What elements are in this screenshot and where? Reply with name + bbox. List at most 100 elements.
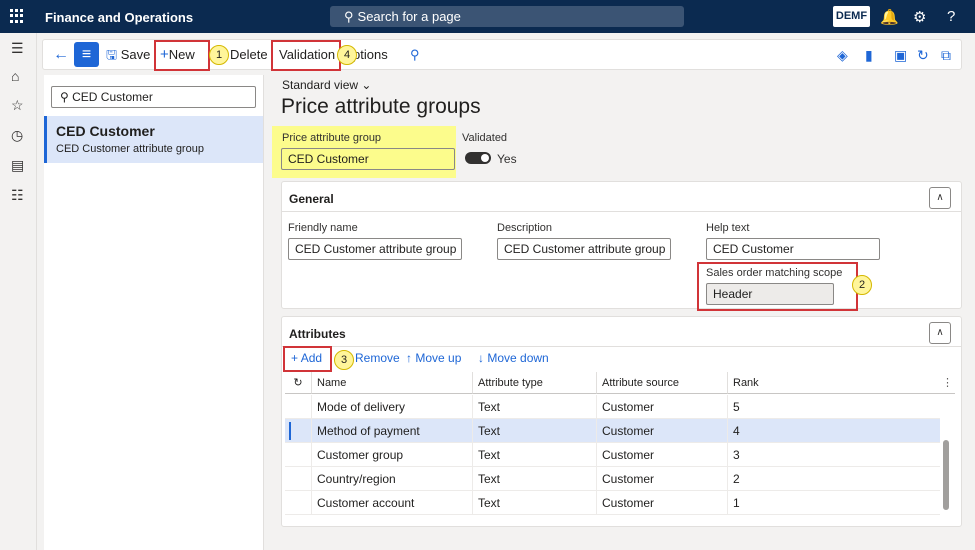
options-button[interactable]: ptions (353, 40, 388, 69)
help-text-label: Help text (706, 222, 750, 234)
description-label: Description (497, 222, 553, 234)
table-row[interactable]: Method of payment Text Customer 4 (285, 419, 940, 443)
filter-input[interactable]: ⚲ CED Customer (51, 86, 256, 108)
attachments-icon[interactable]: ▣ (894, 47, 907, 64)
more-options-icon[interactable]: ⋮ (942, 376, 953, 389)
select-all-icon[interactable]: ↻ (285, 372, 312, 394)
help-icon[interactable]: ? (947, 8, 955, 25)
cell-rank: 5 (733, 400, 740, 414)
cell-source: Customer (597, 419, 728, 443)
cell-name: Customer group (312, 443, 473, 467)
workspace-icon[interactable]: ▤ (11, 157, 24, 174)
arrow-up-icon: ↑ (406, 351, 416, 365)
filter-search-icon: ⚲ (60, 90, 73, 104)
cell-type: Text (473, 395, 597, 419)
column-header-rank[interactable]: Rank (728, 372, 955, 394)
save-button[interactable]: 🖫 Save (106, 40, 150, 69)
save-label: Save (120, 47, 151, 62)
callout-2: 2 (852, 275, 872, 295)
validation-highlight-box (271, 40, 341, 71)
collapse-icon[interactable]: ∧ (929, 187, 951, 209)
friendly-name-field[interactable]: CED Customer attribute group (288, 238, 462, 260)
cell-rank: 4 (733, 424, 740, 438)
divider (281, 211, 962, 212)
grid-scrollbar[interactable] (943, 440, 949, 510)
help-text-field[interactable]: CED Customer (706, 238, 880, 260)
list-item-title: CED Customer (56, 123, 155, 139)
find-icon[interactable]: ⚲ (410, 40, 420, 69)
list-pane: ⚲ CED Customer CED Customer CED Customer… (44, 75, 264, 550)
row-selector[interactable] (285, 419, 312, 443)
scope-field[interactable]: Header (706, 283, 834, 305)
view-label: Standard view (282, 78, 359, 92)
gear-icon[interactable]: ⚙ (913, 8, 926, 26)
remove-button[interactable]: Remove (355, 351, 400, 365)
cell-source: Customer (597, 443, 728, 467)
view-selector[interactable]: Standard view ⌄ (282, 78, 371, 92)
app-title: Finance and Operations (45, 10, 194, 25)
nav-rail: ☰ ⌂ ☆ ◷ ▤ ☷ (0, 33, 37, 550)
column-header-name[interactable]: Name (312, 372, 473, 394)
home-icon[interactable]: ⌂ (11, 68, 19, 84)
chevron-down-icon: ⌄ (361, 78, 372, 92)
cell-rank: 2 (733, 472, 740, 486)
column-header-source[interactable]: Attribute source (597, 372, 728, 394)
add-highlight-box (283, 346, 332, 372)
filter-value: CED Customer (72, 90, 153, 104)
row-selector[interactable] (285, 443, 312, 467)
row-selector[interactable] (285, 467, 312, 491)
move-down-button[interactable]: ↓ Move down (478, 351, 549, 365)
save-icon: 🖫 (106, 47, 118, 62)
table-row[interactable]: Customer group Text Customer 3 (285, 443, 940, 467)
bell-icon[interactable]: 🔔 (880, 8, 899, 26)
cell-rank: 1 (733, 496, 740, 510)
callout-1: 1 (209, 45, 229, 65)
refresh-icon[interactable]: ↻ (917, 47, 929, 64)
table-row[interactable]: Customer account Text Customer 1 (285, 491, 940, 515)
cell-source: Customer (597, 395, 728, 419)
hamburger-icon[interactable]: ☰ (11, 40, 24, 57)
table-row[interactable]: Country/region Text Customer 2 (285, 467, 940, 491)
list-toggle-button[interactable]: ≡ (74, 42, 99, 67)
divider (281, 346, 962, 347)
move-up-button[interactable]: ↑ Move up (406, 351, 461, 365)
clock-icon[interactable]: ◷ (11, 127, 23, 144)
attributes-header[interactable]: Attributes (289, 327, 346, 341)
list-item[interactable]: CED Customer CED Customer attribute grou… (44, 116, 263, 163)
popout-icon[interactable]: ⧉ (941, 47, 951, 64)
company-picker[interactable]: DEMF (833, 6, 870, 27)
row-selector[interactable] (285, 395, 312, 419)
cell-type: Text (473, 443, 597, 467)
back-icon[interactable]: ← (53, 40, 69, 69)
scope-label: Sales order matching scope (706, 267, 843, 279)
page-title: Price attribute groups (281, 95, 481, 118)
cell-source: Customer (597, 467, 728, 491)
cell-source: Customer (597, 491, 728, 515)
cell-type: Text (473, 419, 597, 443)
diamond-icon[interactable]: ◈ (837, 47, 848, 64)
validated-value: Yes (497, 152, 517, 166)
column-header-type[interactable]: Attribute type (473, 372, 597, 394)
description-field[interactable]: CED Customer attribute group (497, 238, 671, 260)
attributes-grid: ↻ Name Attribute type Attribute source R… (285, 372, 955, 515)
modules-icon[interactable]: ☷ (11, 187, 24, 204)
group-label: Price attribute group (282, 132, 382, 144)
callout-3: 3 (334, 350, 354, 370)
list-item-subtitle: CED Customer attribute group (56, 143, 204, 155)
validated-toggle[interactable] (465, 152, 491, 164)
table-row[interactable]: Mode of delivery Text Customer 5 (285, 395, 940, 419)
cell-type: Text (473, 491, 597, 515)
collapse-icon[interactable]: ∧ (929, 322, 951, 344)
star-icon[interactable]: ☆ (11, 97, 24, 114)
office-icon[interactable]: ▮ (865, 47, 873, 64)
row-selector[interactable] (285, 491, 312, 515)
validated-label: Validated (462, 132, 508, 144)
search-box[interactable]: ⚲ Search for a page (330, 6, 684, 27)
general-header[interactable]: General (289, 192, 334, 206)
app-launcher-icon[interactable] (10, 9, 24, 23)
friendly-name-label: Friendly name (288, 222, 358, 234)
delete-button[interactable]: Delete (230, 40, 268, 69)
new-highlight-box (154, 40, 210, 71)
move-up-label: Move up (415, 351, 462, 365)
group-field[interactable]: CED Customer (281, 148, 455, 170)
